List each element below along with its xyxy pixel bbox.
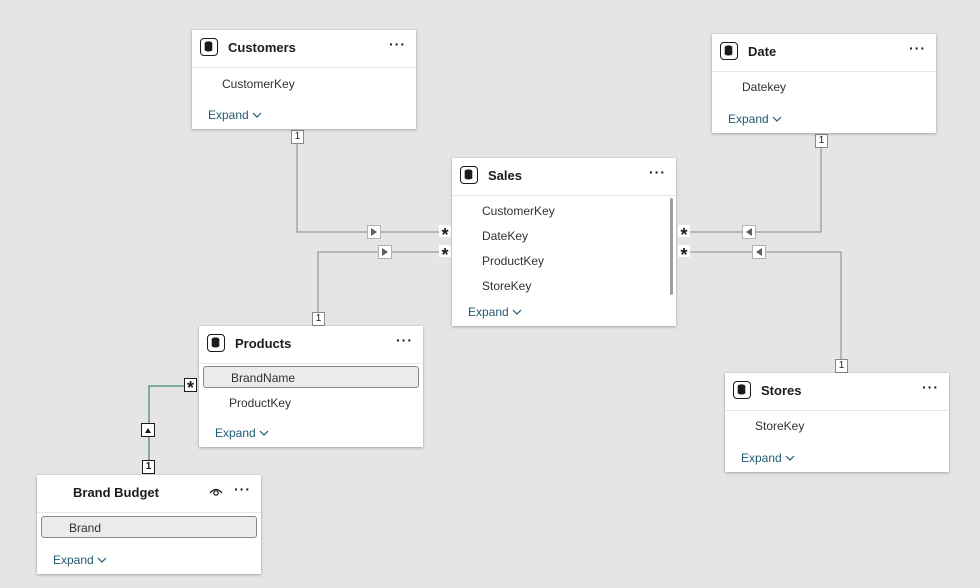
table-title: Sales bbox=[488, 168, 522, 183]
card-header[interactable]: Stores ··· bbox=[725, 373, 949, 411]
filter-direction-arrow-icon bbox=[752, 245, 766, 259]
filter-direction-arrow-icon bbox=[378, 245, 392, 259]
more-options-icon[interactable]: ··· bbox=[909, 40, 926, 56]
field-productkey[interactable]: ProductKey bbox=[229, 396, 291, 410]
scrollbar[interactable] bbox=[670, 198, 673, 295]
field-storekey[interactable]: StoreKey bbox=[482, 279, 531, 293]
cardinality-one-date: 1 bbox=[815, 134, 828, 148]
expand-button[interactable]: Expand bbox=[53, 553, 107, 567]
table-title: Date bbox=[748, 44, 777, 59]
cardinality-many-products-brandbudget: * bbox=[184, 378, 197, 392]
expand-button[interactable]: Expand bbox=[728, 112, 782, 126]
expand-button[interactable]: Expand bbox=[741, 451, 795, 465]
relationship-line-customers-sales[interactable] bbox=[296, 142, 448, 233]
expand-button[interactable]: Expand bbox=[468, 305, 522, 319]
card-header[interactable]: Products ··· bbox=[199, 326, 423, 364]
table-card-customers[interactable]: Customers ··· CustomerKey Expand bbox=[192, 30, 416, 129]
expand-label: Expand bbox=[53, 553, 94, 567]
expand-label: Expand bbox=[468, 305, 509, 319]
expand-label: Expand bbox=[728, 112, 769, 126]
cardinality-one-customers: 1 bbox=[291, 130, 304, 144]
chevron-down-icon bbox=[252, 112, 262, 118]
eye-icon[interactable] bbox=[209, 487, 223, 497]
table-icon bbox=[207, 334, 225, 352]
field-datekey[interactable]: DateKey bbox=[482, 229, 528, 243]
more-options-icon[interactable]: ··· bbox=[922, 379, 939, 395]
relationship-line-date-sales[interactable] bbox=[680, 141, 822, 233]
table-title: Products bbox=[235, 336, 292, 351]
more-options-icon[interactable]: ··· bbox=[234, 481, 251, 497]
table-card-brand-budget[interactable]: Brand Budget ··· Brand Expand bbox=[37, 475, 261, 574]
cardinality-one-brandbudget: 1 bbox=[142, 460, 155, 474]
card-header[interactable]: Customers ··· bbox=[192, 30, 416, 68]
card-header[interactable]: Brand Budget ··· bbox=[37, 475, 261, 513]
table-title: Stores bbox=[761, 383, 802, 398]
table-icon bbox=[733, 381, 751, 399]
chevron-down-icon bbox=[772, 116, 782, 122]
cardinality-many-sales-date: * bbox=[678, 225, 690, 237]
more-options-icon[interactable]: ··· bbox=[396, 332, 413, 348]
cardinality-one-products: 1 bbox=[312, 312, 325, 326]
table-card-sales[interactable]: Sales ··· CustomerKey DateKey ProductKey… bbox=[452, 158, 676, 326]
expand-label: Expand bbox=[208, 108, 249, 122]
table-card-stores[interactable]: Stores ··· StoreKey Expand bbox=[725, 373, 949, 472]
more-options-icon[interactable]: ··· bbox=[649, 164, 666, 180]
filter-direction-arrow-icon bbox=[141, 423, 155, 437]
table-title: Brand Budget bbox=[73, 485, 159, 500]
field-customerkey[interactable]: CustomerKey bbox=[482, 204, 555, 218]
chevron-down-icon bbox=[785, 455, 795, 461]
chevron-down-icon bbox=[512, 309, 522, 315]
filter-direction-arrow-icon bbox=[367, 225, 381, 239]
field-brandname-selected[interactable]: BrandName bbox=[203, 366, 419, 388]
cardinality-one-stores: 1 bbox=[835, 359, 848, 373]
table-card-products[interactable]: Products ··· BrandName ProductKey Expand bbox=[199, 326, 423, 447]
cardinality-many-sales-customers: * bbox=[439, 225, 451, 237]
more-options-icon[interactable]: ··· bbox=[389, 36, 406, 52]
relationship-line-stores-sales[interactable] bbox=[680, 251, 842, 366]
table-icon bbox=[200, 38, 218, 56]
relationship-line-products-sales[interactable] bbox=[317, 251, 448, 319]
card-header[interactable]: Date ··· bbox=[712, 34, 936, 72]
expand-label: Expand bbox=[215, 426, 256, 440]
field-datekey[interactable]: Datekey bbox=[742, 80, 786, 94]
table-icon bbox=[460, 166, 478, 184]
expand-label: Expand bbox=[741, 451, 782, 465]
table-title: Customers bbox=[228, 40, 296, 55]
chevron-down-icon bbox=[259, 430, 269, 436]
field-productkey[interactable]: ProductKey bbox=[482, 254, 544, 268]
filter-direction-arrow-icon bbox=[742, 225, 756, 239]
field-storekey[interactable]: StoreKey bbox=[755, 419, 804, 433]
field-brand-selected[interactable]: Brand bbox=[41, 516, 257, 538]
expand-button[interactable]: Expand bbox=[208, 108, 262, 122]
table-icon bbox=[720, 42, 738, 60]
card-header[interactable]: Sales ··· bbox=[452, 158, 676, 196]
expand-button[interactable]: Expand bbox=[215, 426, 269, 440]
table-card-date[interactable]: Date ··· Datekey Expand bbox=[712, 34, 936, 133]
cardinality-many-sales-stores: * bbox=[678, 245, 690, 257]
field-customerkey[interactable]: CustomerKey bbox=[222, 77, 295, 91]
cardinality-many-sales-products: * bbox=[439, 245, 451, 257]
chevron-down-icon bbox=[97, 557, 107, 563]
